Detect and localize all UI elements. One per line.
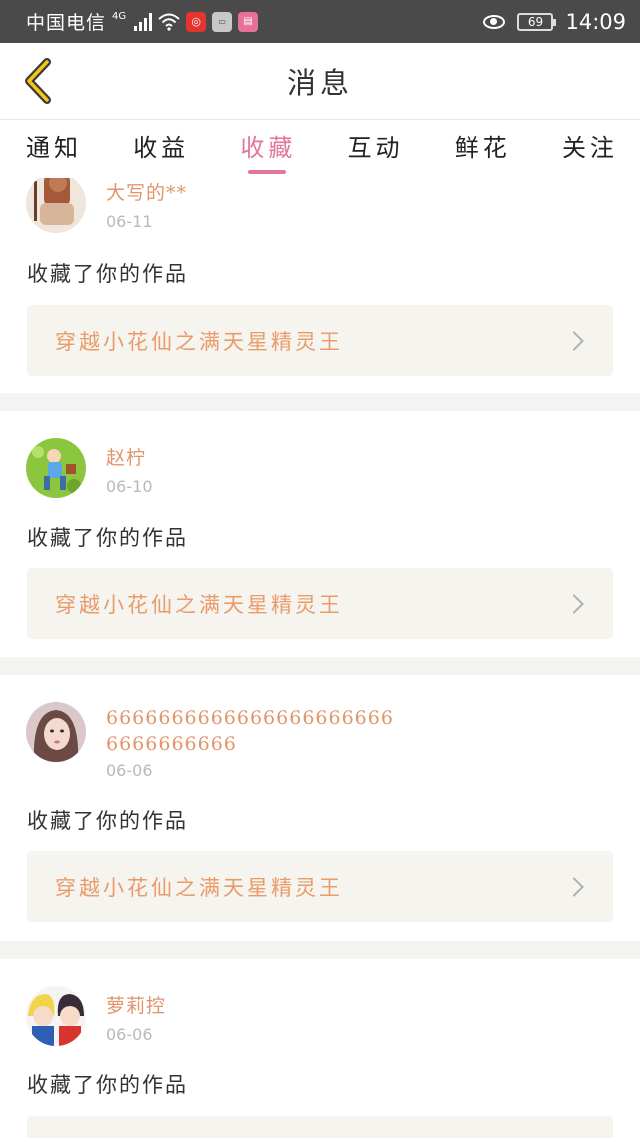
work-title: 穿越小花仙之满天星精灵王 xyxy=(55,329,343,354)
avatar[interactable] xyxy=(26,178,86,233)
battery-level: 69 xyxy=(527,14,544,29)
tab-earnings[interactable]: 收益 xyxy=(133,120,189,178)
wifi-icon xyxy=(158,13,180,31)
tab-flowers[interactable]: 鲜花 xyxy=(455,120,511,178)
avatar[interactable] xyxy=(26,986,86,1046)
action-text: 收藏了你的作品 xyxy=(27,809,188,833)
divider xyxy=(0,657,640,675)
work-link[interactable]: 穿越小花仙之满天星精灵王 xyxy=(27,305,613,376)
header: 消息 xyxy=(0,43,640,120)
work-link[interactable]: 穿越小花仙之满天星精灵王 xyxy=(27,851,613,922)
user-avatar-image xyxy=(26,438,86,498)
tab-interactions[interactable]: 互动 xyxy=(348,120,404,178)
action-text: 收藏了你的作品 xyxy=(27,526,188,550)
action-text: 收藏了你的作品 xyxy=(27,1073,188,1097)
tab-follows[interactable]: 关注 xyxy=(562,120,618,178)
user-avatar-image xyxy=(26,178,86,233)
tab-favorites[interactable]: 收藏 xyxy=(240,120,296,178)
work-link[interactable]: 穿越小花仙之满天星精灵王 xyxy=(27,568,613,639)
signal-icon xyxy=(134,12,153,31)
user-name[interactable]: 大写的** xyxy=(106,180,406,206)
message-date: 06-06 xyxy=(106,761,153,780)
message-date: 06-06 xyxy=(106,1025,153,1044)
user-name[interactable]: 萝莉控 xyxy=(106,993,406,1019)
user-name[interactable]: 赵柠 xyxy=(106,445,406,471)
tab-bar: 通知 收益 收藏 互动 鲜花 关注 xyxy=(0,120,640,178)
list-item: 萝莉控 06-06 收藏了你的作品 xyxy=(0,959,640,1138)
avatar[interactable] xyxy=(26,702,86,762)
avatar[interactable] xyxy=(26,438,86,498)
store-app-icon: ▭ xyxy=(212,11,233,32)
work-link[interactable] xyxy=(27,1116,613,1138)
reader-app-icon: ▤ xyxy=(238,11,259,32)
status-right: 69 14:09 xyxy=(483,10,626,34)
battery-icon: 69 xyxy=(517,12,557,31)
work-title: 穿越小花仙之满天星精灵王 xyxy=(55,875,343,900)
work-title: 穿越小花仙之满天星精灵王 xyxy=(55,592,343,617)
chevron-right-icon xyxy=(564,876,584,897)
message-date: 06-11 xyxy=(106,212,153,231)
carrier-label: 中国电信 xyxy=(26,12,107,34)
chevron-right-icon xyxy=(564,593,584,614)
message-date: 06-10 xyxy=(106,477,153,496)
status-left: 中国电信 4G ◎ ▭ ▤ xyxy=(26,8,483,35)
page-title: 消息 xyxy=(286,66,353,100)
divider xyxy=(0,393,640,411)
back-button[interactable] xyxy=(16,57,60,105)
divider xyxy=(0,941,640,959)
clock: 14:09 xyxy=(565,9,626,34)
chevron-right-icon xyxy=(564,330,584,351)
list-item: 大写的** 06-11 收藏了你的作品 穿越小花仙之满天星精灵王 xyxy=(0,178,640,393)
status-bar: 中国电信 4G ◎ ▭ ▤ 69 14:09 xyxy=(0,0,640,43)
list-item: 赵柠 06-10 收藏了你的作品 穿越小花仙之满天星精灵王 xyxy=(0,411,640,657)
user-avatar-image xyxy=(26,702,86,762)
tab-notifications[interactable]: 通知 xyxy=(26,120,82,178)
network-type: 4G xyxy=(112,11,127,22)
chevron-left-icon xyxy=(25,58,51,104)
list-item: 66666666666666666666666666666666 06-06 收… xyxy=(0,675,640,941)
user-name[interactable]: 66666666666666666666666666666666 xyxy=(106,705,406,757)
user-avatar-image xyxy=(26,986,86,1046)
message-feed[interactable]: 大写的** 06-11 收藏了你的作品 穿越小花仙之满天星精灵王 赵柠 06-1… xyxy=(0,178,640,1138)
eye-comfort-icon xyxy=(483,14,506,29)
netease-app-icon: ◎ xyxy=(186,11,207,32)
action-text: 收藏了你的作品 xyxy=(27,262,188,286)
